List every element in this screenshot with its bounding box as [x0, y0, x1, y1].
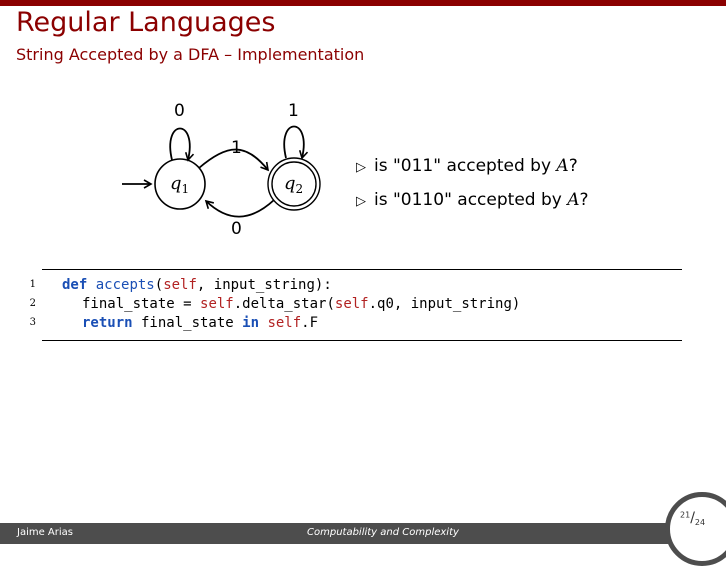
code-line-3: 3 return final_state in self.F: [29, 315, 319, 331]
footer-author: Jaime Arias: [17, 527, 73, 538]
question-item: ▷ is "011" accepted by A?: [356, 154, 589, 188]
edge-q1-q2-label: 1: [231, 138, 242, 158]
page-number: 21/24: [680, 510, 706, 527]
footer-bar: Jaime Arias Computability and Complexity: [0, 523, 726, 544]
code-listing: 1 def accepts(self, input_string): 2 final…: [29, 269, 682, 341]
loop-q1-label: 0: [174, 101, 185, 121]
code-line-2: 2 final_state = self.delta_star(self.q0, …: [29, 296, 521, 312]
edge-q2-q1: [204, 199, 275, 218]
triangle-bullet-icon: ▷: [356, 160, 366, 175]
loop-q2: [283, 125, 309, 160]
loop-q2-label: 1: [288, 101, 299, 121]
state-q1-label: q1: [170, 173, 189, 196]
edge-q2-q1-label: 0: [231, 219, 242, 239]
question-list: ▷ is "011" accepted by A? ▷ is "0110" acce…: [356, 154, 589, 222]
code-line-1: 1 def accepts(self, input_string):: [29, 277, 332, 293]
state-q2-label: q2: [284, 173, 303, 196]
footer-course: Computability and Complexity: [307, 527, 459, 538]
loop-q1: [169, 127, 195, 162]
page-number-badge: [665, 492, 726, 566]
question-item: ▷ is "0110" accepted by A?: [356, 188, 589, 222]
triangle-bullet-icon: ▷: [356, 194, 366, 209]
